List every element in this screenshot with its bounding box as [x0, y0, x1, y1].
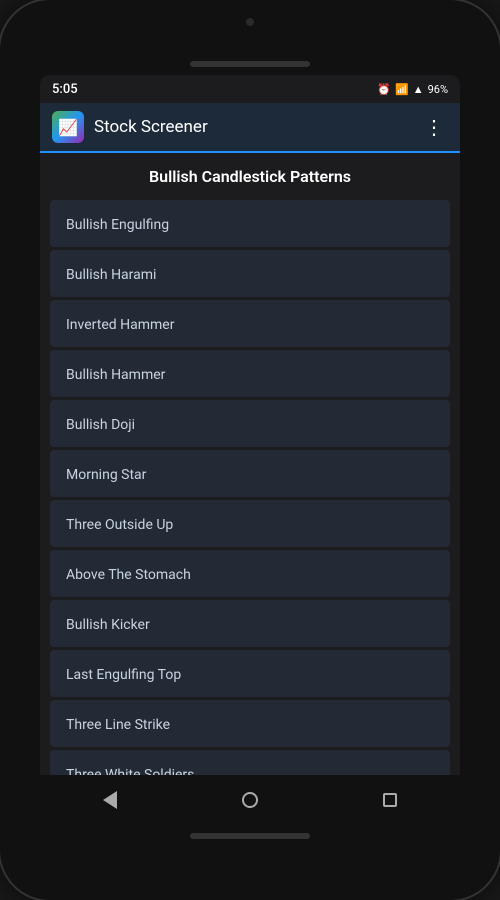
overflow-menu-button[interactable]: ⋮: [420, 111, 448, 143]
status-time: 5:05: [52, 82, 78, 97]
list-item-label: Last Engulfing Top: [66, 667, 181, 683]
list-item-label: Three White Soldiers: [66, 767, 194, 775]
list-item[interactable]: Bullish Harami: [50, 250, 450, 297]
list-item-label: Three Line Strike: [66, 717, 170, 733]
status-bar: 5:05 ⏰ 📶 ▲ 96%: [40, 75, 460, 103]
list-item-label: Bullish Doji: [66, 417, 135, 433]
list-item-label: Bullish Harami: [66, 267, 156, 283]
list-item[interactable]: Three Line Strike: [50, 700, 450, 747]
phone-frame: 5:05 ⏰ 📶 ▲ 96% 📈 Stock Screener ⋮ Bullis…: [0, 0, 500, 900]
alarm-icon: ⏰: [377, 83, 391, 96]
section-title: Bullish Candlestick Patterns: [40, 153, 460, 200]
list-item[interactable]: Above The Stomach: [50, 550, 450, 597]
list-item[interactable]: Bullish Kicker: [50, 600, 450, 647]
signal-icon: ▲: [413, 83, 424, 96]
list-item[interactable]: Morning Star: [50, 450, 450, 497]
list-item-label: Three Outside Up: [66, 517, 173, 533]
bottom-bar: [190, 833, 310, 839]
content-area: Bullish Candlestick Patterns Bullish Eng…: [40, 153, 460, 775]
list-item[interactable]: Bullish Doji: [50, 400, 450, 447]
list-item-label: Above The Stomach: [66, 567, 191, 583]
status-icons: ⏰ 📶 ▲ 96%: [377, 83, 448, 96]
top-speaker: [190, 61, 310, 67]
back-icon: [103, 791, 117, 809]
back-button[interactable]: [90, 780, 130, 820]
list-item-label: Bullish Hammer: [66, 367, 165, 383]
recents-button[interactable]: [370, 780, 410, 820]
list-item[interactable]: Three White Soldiers: [50, 750, 450, 775]
list-item[interactable]: Three Outside Up: [50, 500, 450, 547]
recents-icon: [383, 793, 397, 807]
list-item-label: Morning Star: [66, 467, 146, 483]
app-bar: 📈 Stock Screener ⋮: [40, 103, 460, 153]
list-item-label: Inverted Hammer: [66, 317, 174, 333]
phone-screen: 5:05 ⏰ 📶 ▲ 96% 📈 Stock Screener ⋮ Bullis…: [40, 75, 460, 825]
pattern-list: Bullish Engulfing Bullish Harami Inverted …: [40, 200, 460, 775]
app-icon: 📈: [52, 111, 84, 143]
battery-level: 96%: [428, 83, 448, 96]
home-icon: [242, 792, 258, 808]
list-item[interactable]: Last Engulfing Top: [50, 650, 450, 697]
list-item[interactable]: Bullish Engulfing: [50, 200, 450, 247]
camera: [246, 18, 254, 26]
app-title: Stock Screener: [94, 117, 420, 137]
bottom-navigation: [40, 775, 460, 825]
home-button[interactable]: [230, 780, 270, 820]
wifi-icon: 📶: [395, 83, 409, 96]
list-item-label: Bullish Engulfing: [66, 217, 169, 233]
list-item-label: Bullish Kicker: [66, 617, 150, 633]
list-item[interactable]: Inverted Hammer: [50, 300, 450, 347]
list-item[interactable]: Bullish Hammer: [50, 350, 450, 397]
